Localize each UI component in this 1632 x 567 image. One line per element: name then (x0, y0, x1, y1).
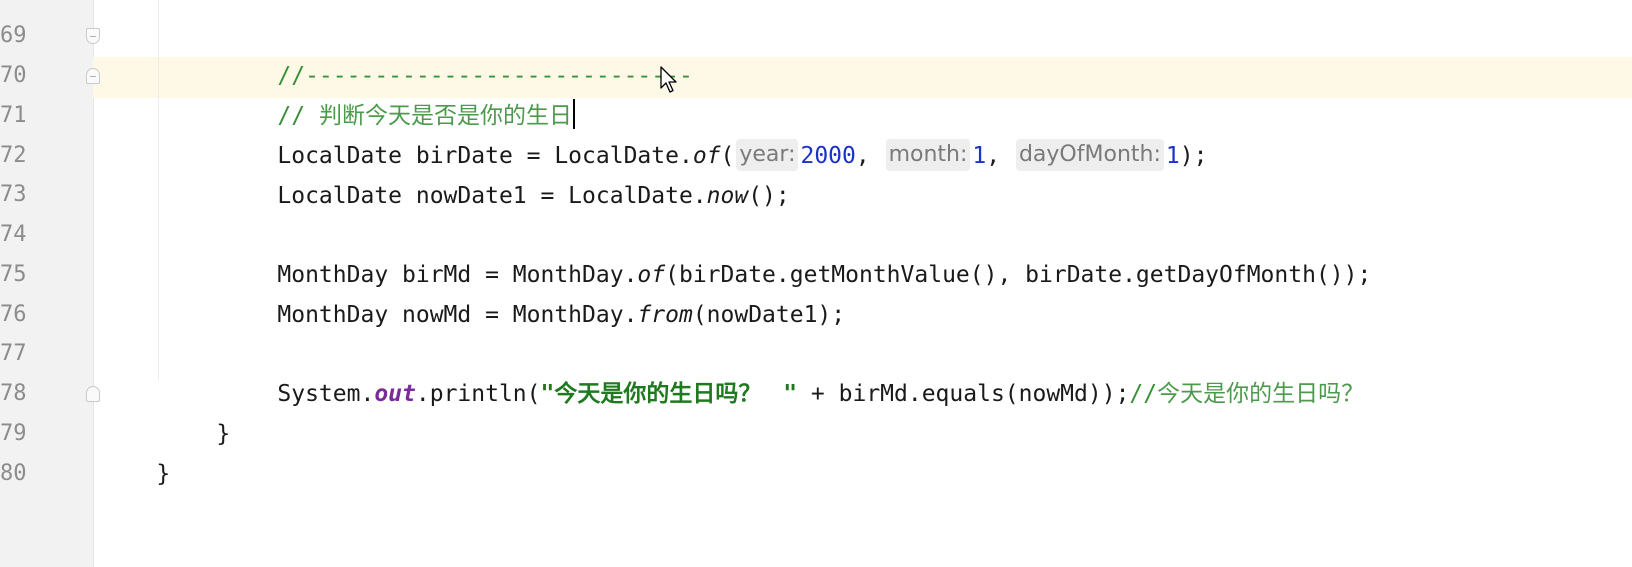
line-number: 73 (0, 182, 27, 207)
line-number: 71 (0, 103, 27, 128)
code-text: , (986, 143, 1014, 169)
code-text: .println( (415, 381, 541, 407)
mouse-pointer-icon (660, 66, 677, 93)
code-line-79[interactable]: } (101, 413, 170, 487)
method-name: from (637, 302, 693, 328)
code-text: , (855, 143, 884, 169)
number-literal: 2000 (800, 143, 856, 169)
code-line-71[interactable]: LocalDate birDate = LocalDate.of(year: 20… (222, 95, 1207, 171)
line-number: 69 (0, 23, 27, 48)
line-number: 76 (0, 302, 27, 327)
fold-start-icon[interactable] (86, 28, 100, 44)
parameter-hint-day: dayOfMonth: (1015, 139, 1164, 171)
method-name: now (706, 183, 749, 209)
code-text: (nowDate1); (692, 302, 846, 328)
indent-guide (158, 0, 159, 380)
closing-brace: } (216, 421, 231, 447)
line-number-gutter[interactable]: 69 70 71 72 73 74 75 76 77 78 79 80 (0, 0, 94, 567)
line-number: 72 (0, 143, 27, 168)
fold-end-icon[interactable] (86, 386, 100, 402)
string-quote: " (540, 381, 555, 407)
comment-prefix: // (1129, 381, 1158, 407)
code-line-74[interactable]: MonthDay birMd = MonthDay.of(birDate.get… (222, 214, 1371, 288)
code-text: + birMd.equals(nowMd)); (797, 381, 1130, 407)
code-line-77[interactable]: System.out.println("今天是你的生日吗？ " + birMd.… (222, 333, 1364, 407)
comment-text: 今天是你的生日吗？ (1157, 381, 1365, 407)
line-number: 79 (0, 421, 27, 446)
string-literal: 今天是你的生日吗？ (554, 381, 770, 407)
code-line-78[interactable]: } (161, 373, 230, 447)
code-line-70[interactable]: // 判断今天是否是你的生日 (222, 55, 575, 129)
code-line-75[interactable]: MonthDay nowMd = MonthDay.from(nowDate1)… (222, 254, 845, 328)
line-number: 70 (0, 63, 27, 88)
code-editor[interactable]: 69 70 71 72 73 74 75 76 77 78 79 80 //--… (0, 0, 1632, 567)
code-text: System. (277, 381, 375, 407)
code-text: (); (748, 183, 790, 209)
closing-brace: } (156, 461, 171, 487)
code-text: LocalDate nowDate1 = LocalDate. (277, 183, 707, 209)
code-line-72[interactable]: LocalDate nowDate1 = LocalDate.now(); (222, 135, 789, 209)
line-number: 78 (0, 381, 27, 406)
number-literal: 1 (1165, 143, 1180, 169)
code-text: ); (1179, 143, 1208, 169)
static-field: out (374, 381, 416, 407)
line-number: 77 (0, 341, 27, 366)
line-number: 80 (0, 461, 27, 486)
parameter-hint-month: month: (885, 139, 971, 171)
code-text: MonthDay nowMd = MonthDay. (277, 302, 638, 328)
line-number: 74 (0, 222, 27, 247)
string-quote: " (769, 381, 798, 407)
fold-end-icon[interactable] (86, 68, 100, 84)
line-number: 75 (0, 262, 27, 287)
code-line-69[interactable]: //---------------------------- (222, 15, 692, 89)
number-literal: 1 (972, 143, 987, 169)
